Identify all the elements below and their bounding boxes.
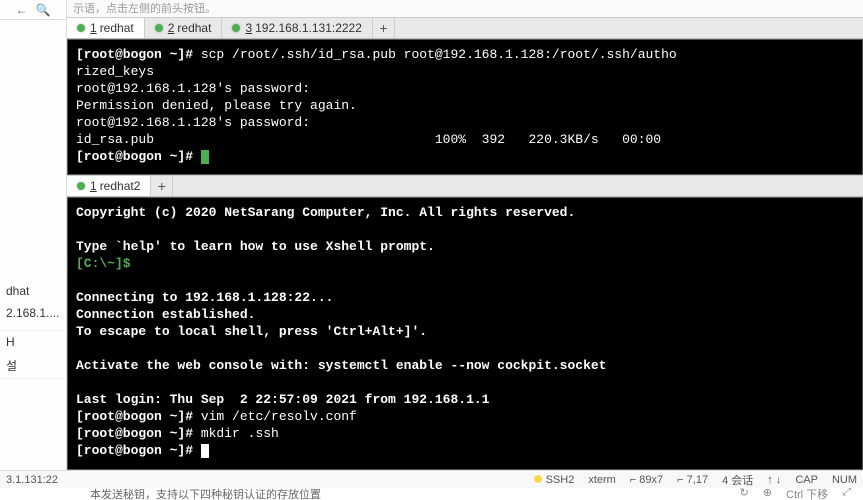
status-term-type: xterm (588, 474, 616, 486)
terminal-bottom[interactable]: Copyright (c) 2020 NetSarang Computer, I… (67, 197, 863, 470)
add-tab-button[interactable]: + (373, 18, 395, 38)
prompt: [root@bogon ~]# (76, 149, 201, 164)
terminal-top[interactable]: [root@bogon ~]# scp /root/.ssh/id_rsa.pu… (67, 39, 863, 175)
ssh-icon (534, 475, 542, 483)
terminal-line: id_rsa.pub 100% 392 220.3KB/s 00:00 (76, 132, 661, 147)
bottom-text: 本发送秘钥，支持以下四种秘钥认证的存放位置 (90, 488, 321, 500)
bottom-tab-bar: 1 redhat2 + (67, 175, 863, 197)
tab-redhat-2[interactable]: 2 redhat (145, 18, 223, 38)
tab-redhat-1[interactable]: 1 redhat (67, 18, 145, 38)
tab-text: redhat2 (100, 179, 141, 193)
status-dot-icon (77, 24, 85, 32)
sidebar: ← 🔍 dhat 2.168.1.... H 설 (0, 0, 67, 500)
terminal-line: Last login: Thu Sep 2 22:57:09 2021 from… (76, 392, 489, 407)
sidebar-toolbar: ← 🔍 (0, 0, 66, 20)
status-dot-icon (77, 182, 85, 190)
sidebar-item[interactable]: 2.168.1.... (0, 302, 66, 324)
tab-number: 2 (168, 21, 175, 35)
command-text: mkdir .ssh (193, 426, 279, 441)
terminal-line: Connection established. (76, 307, 255, 322)
top-tab-bar: 1 redhat 2 redhat 3 192.168.1.131:2222 + (67, 17, 863, 39)
cursor-icon (201, 444, 209, 458)
prompt: [root@bogon ~]# (76, 426, 193, 441)
status-cap: CAP (795, 474, 818, 486)
terminal-line: To escape to local shell, press 'Ctrl+Al… (76, 324, 427, 339)
tab-ip-3[interactable]: 3 192.168.1.131:2222 (222, 18, 372, 38)
tab-text: redhat (100, 21, 134, 35)
terminal-line: Type `help' to learn how to use Xshell p… (76, 239, 435, 254)
tab-number: 3 (245, 21, 252, 35)
status-address: 3.1.131:22 (6, 474, 58, 486)
status-size: ⌐ 89x7 (630, 474, 663, 486)
ctrl-text: Ctrl 下移 (786, 488, 828, 500)
hint-text: 示语，点击左侧的前头按钮。 (67, 0, 863, 17)
prompt: [root@bogon ~]# (76, 47, 193, 62)
sidebar-item[interactable]: 설 (0, 353, 66, 379)
expand-icon[interactable]: ⤢ (842, 488, 851, 500)
status-dot-icon (232, 24, 240, 32)
prompt: [root@bogon ~]# (76, 409, 193, 424)
terminal-line: Connecting to 192.168.1.128:22... (76, 290, 333, 305)
main-area: 示语，点击左侧的前头按钮。 1 redhat 2 redhat 3 192.16… (67, 0, 863, 470)
tab-number: 1 (90, 21, 97, 35)
terminal-line: root@192.168.1.128's password: (76, 115, 310, 130)
refresh-icon[interactable]: ↻ (740, 488, 749, 500)
prompt: [root@bogon ~]# (76, 443, 201, 458)
add-icon[interactable]: ⊕ (763, 488, 772, 500)
status-bar: 3.1.131:22 SSH2 xterm ⌐ 89x7 ⌐ 7,17 4 会话… (0, 470, 863, 488)
sidebar-section: H (0, 330, 66, 353)
bottom-text-row: 本发送秘钥，支持以下四种秘钥认证的存放位置 ↻ ⊕ Ctrl 下移 ⤢ (0, 488, 863, 500)
terminal-line: Copyright (c) 2020 NetSarang Computer, I… (76, 205, 575, 220)
prompt: [C:\~]$ (76, 256, 131, 271)
status-arrows-icon: ↑ ↓ (767, 474, 781, 486)
status-position: ⌐ 7,17 (677, 474, 708, 486)
tab-redhat2-1[interactable]: 1 redhat2 (67, 176, 151, 196)
terminal-line: Activate the web console with: systemctl… (76, 358, 607, 373)
tab-text: redhat (177, 21, 211, 35)
cursor-icon (201, 150, 209, 164)
status-dot-icon (155, 24, 163, 32)
terminal-line: rized_keys (76, 64, 154, 79)
terminal-line: Permission denied, please try again. (76, 98, 357, 113)
terminal-line: root@192.168.1.128's password: (76, 81, 310, 96)
tab-number: 1 (90, 179, 97, 193)
status-num: NUM (832, 474, 857, 486)
search-icon[interactable]: 🔍 (36, 3, 51, 17)
command-text: scp /root/.ssh/id_rsa.pub root@192.168.1… (193, 47, 677, 62)
add-tab-button[interactable]: + (151, 176, 173, 196)
command-text: vim /etc/resolv.conf (193, 409, 357, 424)
tab-text: 192.168.1.131:2222 (255, 21, 362, 35)
back-icon[interactable]: ← (16, 3, 28, 17)
status-session: 4 会话 (722, 472, 753, 488)
sidebar-item[interactable]: dhat (0, 280, 66, 302)
status-ssh: SSH2 (534, 474, 575, 486)
